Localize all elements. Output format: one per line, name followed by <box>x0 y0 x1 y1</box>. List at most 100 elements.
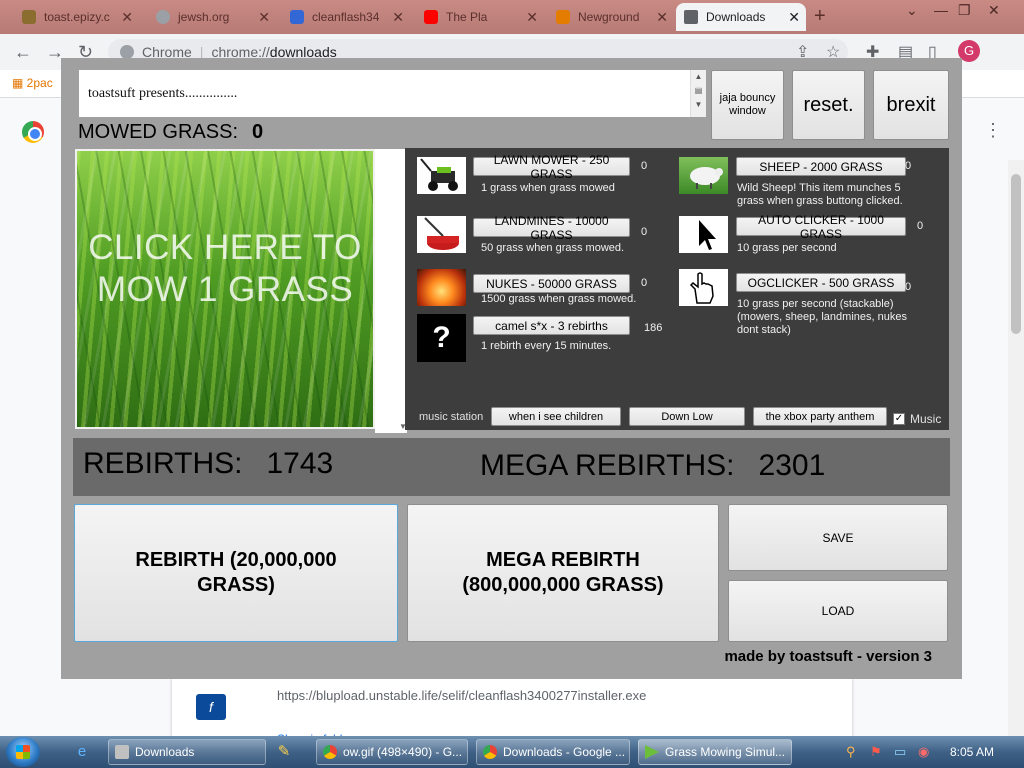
close-icon[interactable]: ✕ <box>788 9 800 26</box>
rebirths-label: REBIRTHS: <box>83 447 243 480</box>
taskbar-item-downloads-chrome[interactable]: Downloads - Google ... <box>476 739 630 765</box>
buy-nukes-button[interactable]: NUKES - 50000 GRASS <box>473 274 630 293</box>
tab-title: jewsh.org <box>178 10 230 24</box>
mowed-value: 0 <box>252 121 264 143</box>
save-button[interactable]: SAVE <box>728 504 948 571</box>
mowed-label: MOWED GRASS: <box>78 121 239 143</box>
rebirth-button[interactable]: REBIRTH (20,000,000 GRASS) <box>74 504 398 642</box>
auto-clicker-owned: 0 <box>917 220 924 232</box>
music-checkbox-label: Music <box>910 412 942 426</box>
taskbar-item-label: Downloads <box>135 745 195 759</box>
mowed-grass-counter: MOWED GRASS: 0 <box>78 121 263 144</box>
buy-landmines-button[interactable]: LANDMINES - 10000 GRASS <box>473 214 630 242</box>
flash-player-icon <box>645 745 659 759</box>
paint-icon[interactable]: ✎ <box>272 740 296 764</box>
buy-sheep-button[interactable]: SHEEP - 2000 GRASS <box>736 157 906 176</box>
close-icon[interactable]: ✕ <box>392 9 404 26</box>
internet-explorer-icon[interactable]: e <box>70 740 94 764</box>
tab-toast[interactable]: toast.epizy.c ✕ <box>14 3 139 31</box>
tab-title: Newground <box>578 10 640 24</box>
landmines-desc: 50 grass when grass mowed. <box>481 242 625 254</box>
tab-downloads[interactable]: Downloads ✕ <box>676 3 806 31</box>
scrollbar-thumb[interactable] <box>1011 174 1021 334</box>
song-button-2[interactable]: Down Low <box>629 407 745 426</box>
landmines-owned: 0 <box>641 226 648 238</box>
tab-youtube[interactable]: The Pla ✕ <box>416 3 544 31</box>
minimize-button[interactable]: — <box>934 2 948 18</box>
sheep-owned: 0 <box>905 160 912 172</box>
camel-desc: 1 rebirth every 15 minutes. <box>481 340 612 352</box>
taskbar-item-label: Grass Mowing Simul... <box>665 745 786 759</box>
brexit-button[interactable]: brexit <box>873 70 949 140</box>
ogclicker-owned: 0 <box>905 281 912 293</box>
tab-title: Downloads <box>706 10 766 24</box>
more-options-icon[interactable]: ⋮ <box>984 120 1002 141</box>
intro-textbox[interactable]: toastsuft presents............... ▲ ▤ ▼ <box>79 70 706 117</box>
close-icon[interactable]: ✕ <box>656 9 668 26</box>
music-checkbox[interactable]: ✓ Music <box>893 412 941 426</box>
chevron-down-icon[interactable]: ⌄ <box>906 2 918 19</box>
nuke-explosion-icon <box>417 269 466 306</box>
taskbar-item-grass-game[interactable]: Grass Mowing Simul... <box>638 739 792 765</box>
close-icon[interactable]: ✕ <box>121 9 133 26</box>
song-button-3[interactable]: the xbox party anthem <box>753 407 887 426</box>
flash-file-icon: f <box>196 694 226 720</box>
network-icon[interactable]: ▭ <box>894 744 906 760</box>
reset-button[interactable]: reset. <box>792 70 865 140</box>
tab-title: The Pla <box>446 10 488 24</box>
mega-rebirth-button[interactable]: MEGA REBIRTH (800,000,000 GRASS) <box>407 504 719 642</box>
buy-ogclicker-button[interactable]: OGCLICKER - 500 GRASS <box>736 273 906 292</box>
taskbar-item-label: Downloads - Google ... <box>503 745 626 759</box>
system-clock[interactable]: 8:05 AM <box>950 745 994 759</box>
close-window-button[interactable]: ✕ <box>988 2 1000 19</box>
chrome-logo-icon <box>22 121 44 143</box>
taskbar-item-downloads[interactable]: Downloads <box>108 739 266 765</box>
grass-panel-scrollbar[interactable]: ▼ <box>375 149 407 433</box>
hand-cursor-icon <box>679 269 728 306</box>
song-button-1[interactable]: when i see children <box>491 407 621 426</box>
taskbar-item-owgif[interactable]: ow.gif (498×490) - G... <box>316 739 468 765</box>
download-url[interactable]: https://blupload.unstable.life/selif/cle… <box>277 688 646 703</box>
download-icon <box>684 10 698 24</box>
mega-rebirths-counter: MEGA REBIRTHS: 2301 <box>480 449 825 483</box>
restore-button[interactable]: ❐ <box>958 2 971 19</box>
lawn-mower-owned: 0 <box>641 160 648 172</box>
start-button[interactable] <box>6 737 40 767</box>
sheep-desc: Wild Sheep! This item munches 5 grass wh… <box>737 182 903 207</box>
bouncy-window-button[interactable]: jaja bouncy window <box>711 70 784 140</box>
tab-title: cleanflash34 <box>312 10 380 24</box>
folder-icon <box>115 745 129 759</box>
close-icon[interactable]: ✕ <box>258 9 270 26</box>
nukes-owned: 0 <box>641 277 648 289</box>
flag-icon[interactable]: ⚑ <box>870 744 882 760</box>
click-to-mow-text: CLICK HERE TO MOW 1 GRASS <box>88 228 362 309</box>
mega-rebirths-value: 2301 <box>758 449 826 482</box>
tab-jewsh[interactable]: jewsh.org ✕ <box>148 3 276 31</box>
credits-label: made by toastsuft - version 3 <box>724 648 932 665</box>
checkbox-checked-icon[interactable]: ✓ <box>893 413 905 425</box>
chrome-page-icon <box>120 45 134 59</box>
load-button[interactable]: LOAD <box>728 580 948 642</box>
new-tab-button[interactable]: + <box>814 5 826 28</box>
buy-auto-clicker-button[interactable]: AUTO CLICKER - 1000 GRASS <box>736 213 906 241</box>
buy-camel-button[interactable]: camel s*x - 3 rebirths <box>473 316 630 335</box>
lawn-mower-icon <box>417 157 466 194</box>
download-card <box>172 678 852 738</box>
tab-newgrounds[interactable]: Newground ✕ <box>548 3 674 31</box>
buy-lawn-mower-button[interactable]: LAWN MOWER - 250 GRASS <box>473 153 630 181</box>
back-arrow-icon[interactable]: ← <box>14 42 32 63</box>
textbox-scrollbar[interactable]: ▲ ▤ ▼ <box>690 70 706 117</box>
lawn-mower-desc: 1 grass when grass mowed <box>481 182 615 194</box>
search-icon[interactable]: ⚲ <box>846 744 856 760</box>
page-scrollbar[interactable] <box>1008 160 1024 736</box>
shop-panel: LAWN MOWER - 250 GRASS 0 1 grass when gr… <box>405 148 949 430</box>
mystery-icon: ? <box>417 314 466 362</box>
document-icon <box>290 10 304 24</box>
mow-grass-button[interactable]: CLICK HERE TO MOW 1 GRASS <box>75 149 375 429</box>
sheep-icon <box>679 157 728 194</box>
toast-favicon-icon <box>22 10 36 24</box>
bookmark-item[interactable]: ▦ 2pac <box>12 76 53 90</box>
volume-icon[interactable]: ◉ <box>918 744 929 760</box>
close-icon[interactable]: ✕ <box>526 9 538 26</box>
tab-cleanflash[interactable]: cleanflash34 ✕ <box>282 3 410 31</box>
